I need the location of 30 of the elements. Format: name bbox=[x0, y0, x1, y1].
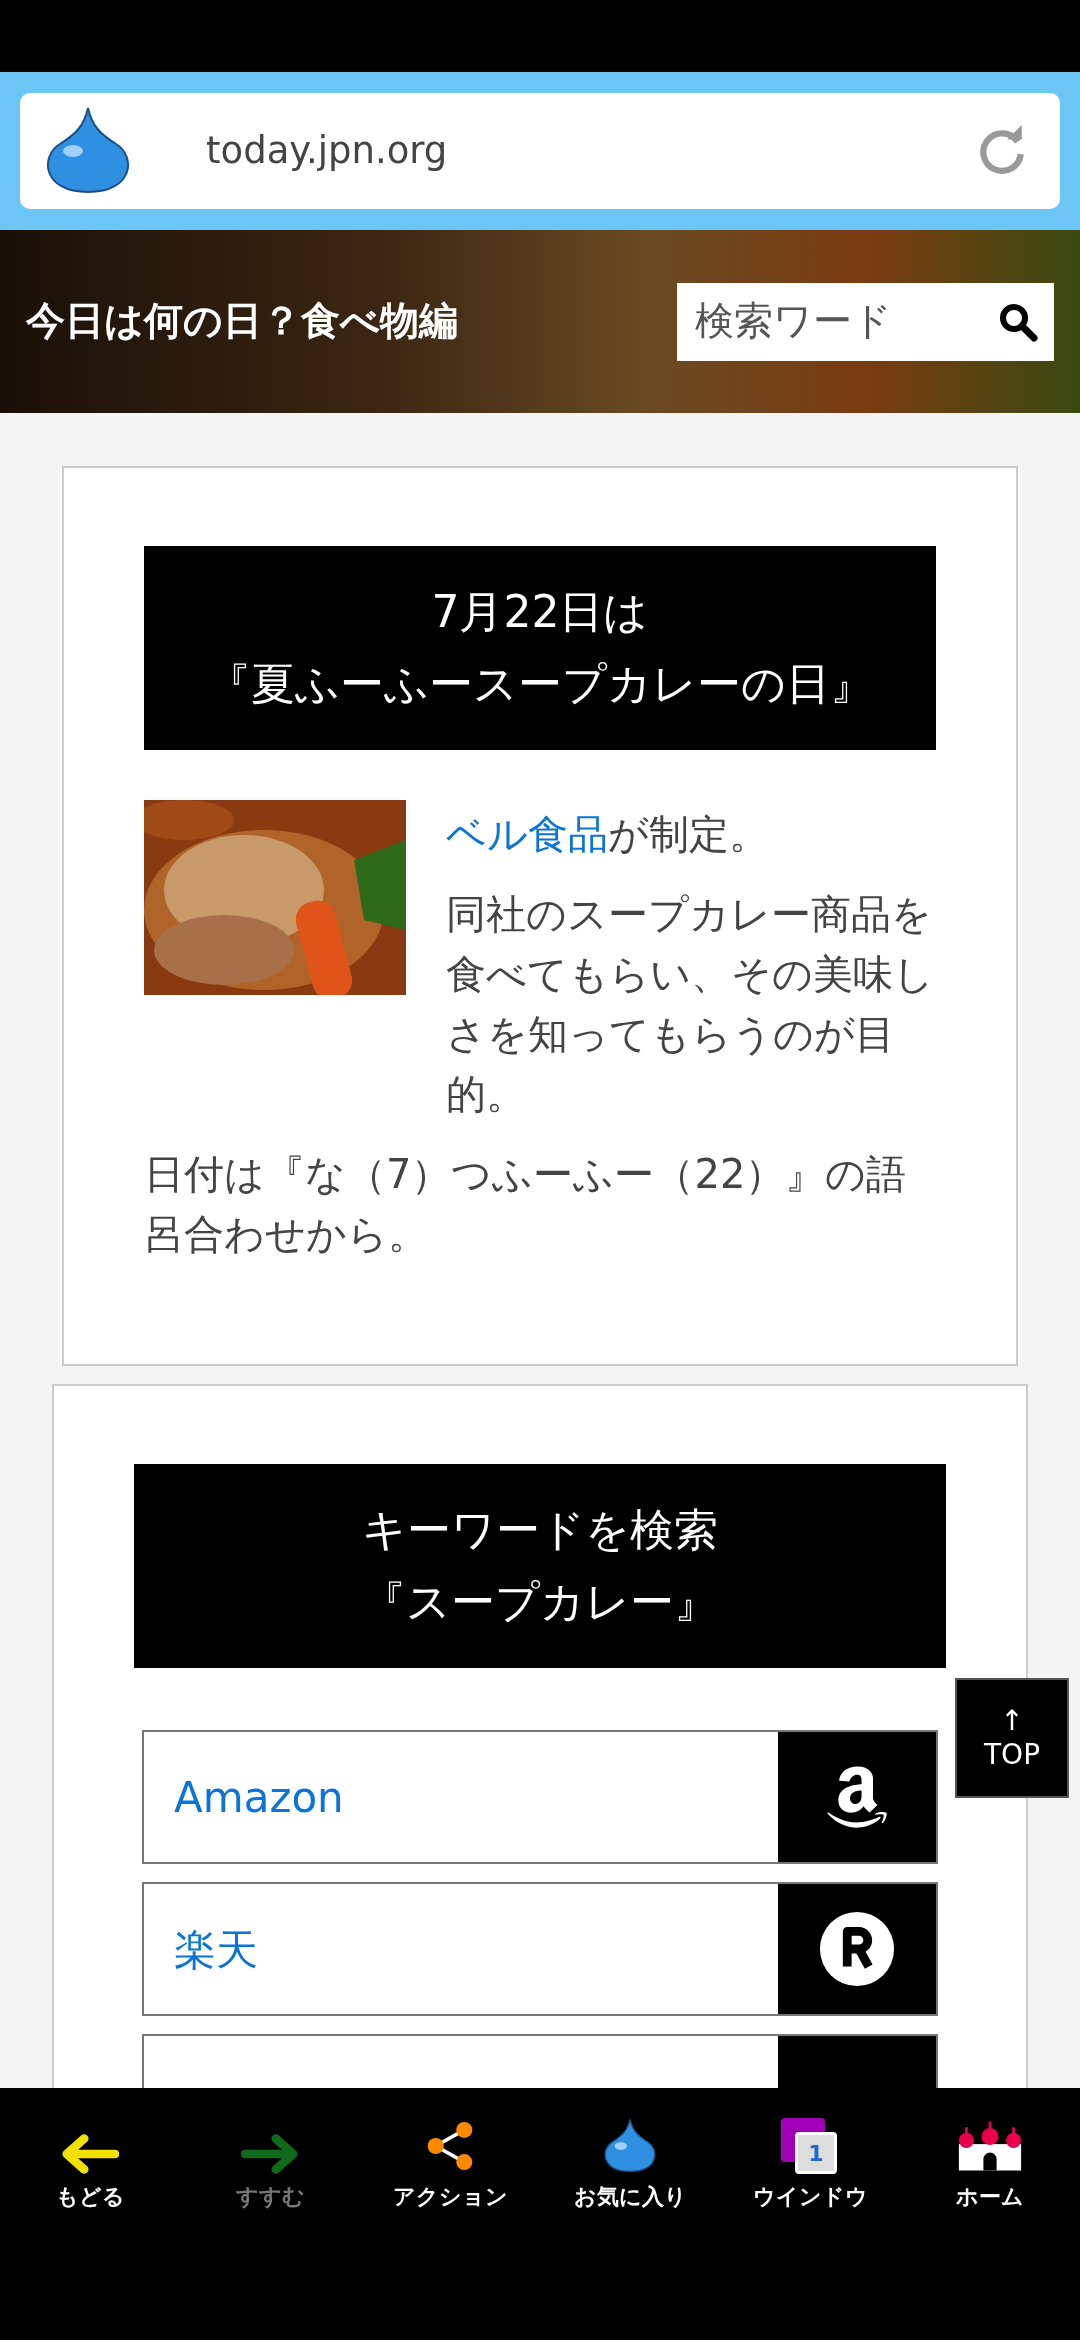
top-button[interactable]: ↑ TOP bbox=[955, 1678, 1069, 1798]
nav-button[interactable]: アクション bbox=[360, 2114, 540, 2213]
search-bar[interactable]: 検索ワード bbox=[677, 282, 1054, 361]
nav-label: アクション bbox=[392, 2183, 508, 2211]
search-field[interactable]: 検索ワード bbox=[695, 292, 998, 351]
shop-link[interactable]: Amazon bbox=[142, 1730, 938, 1864]
keyword-heading: キーワードを検索 『スープカレー』 bbox=[134, 1464, 946, 1668]
site-title: 今日は何の日？食べ物編 bbox=[26, 297, 458, 346]
nav-label: ホーム bbox=[956, 2183, 1024, 2211]
castle-icon bbox=[957, 2118, 1023, 2174]
nav-button[interactable]: ホーム bbox=[900, 2114, 1080, 2213]
nav-label: もどる bbox=[55, 2183, 125, 2211]
right-arrow-icon bbox=[241, 2134, 299, 2174]
rakuten-icon bbox=[818, 1910, 896, 1988]
nav-label: お気に入り bbox=[573, 2183, 687, 2211]
nav-button[interactable]: お気に入り bbox=[540, 2114, 720, 2213]
article-paragraph: ベル食品が制定。 bbox=[446, 810, 770, 859]
address-field[interactable]: today.jpn.org bbox=[20, 93, 1060, 209]
nav-button[interactable]: もどる bbox=[0, 2114, 180, 2213]
maker-link[interactable]: ベル食品 bbox=[446, 811, 608, 857]
article-heading: 7月22日は 『夏ふーふースープカレーの日』 bbox=[144, 546, 936, 750]
shop-link[interactable]: 楽天 bbox=[142, 1882, 938, 2016]
nav-label: ウインドウ bbox=[752, 2183, 868, 2211]
url-text: today.jpn.org bbox=[206, 128, 449, 175]
nav-button[interactable]: 1 ウインドウ bbox=[720, 2114, 900, 2213]
article-paragraph: 同社のスープカレー商品を食べてもらい、その美味しさを知ってもらうのが目的。 bbox=[446, 890, 935, 1119]
nav-label: すすむ bbox=[235, 2183, 305, 2211]
search-icon[interactable] bbox=[998, 301, 1038, 342]
left-arrow-icon bbox=[61, 2134, 119, 2174]
article-paragraph: 日付は『な（7）つふーふー（22）』の語呂合わせから。 bbox=[144, 1150, 908, 1259]
